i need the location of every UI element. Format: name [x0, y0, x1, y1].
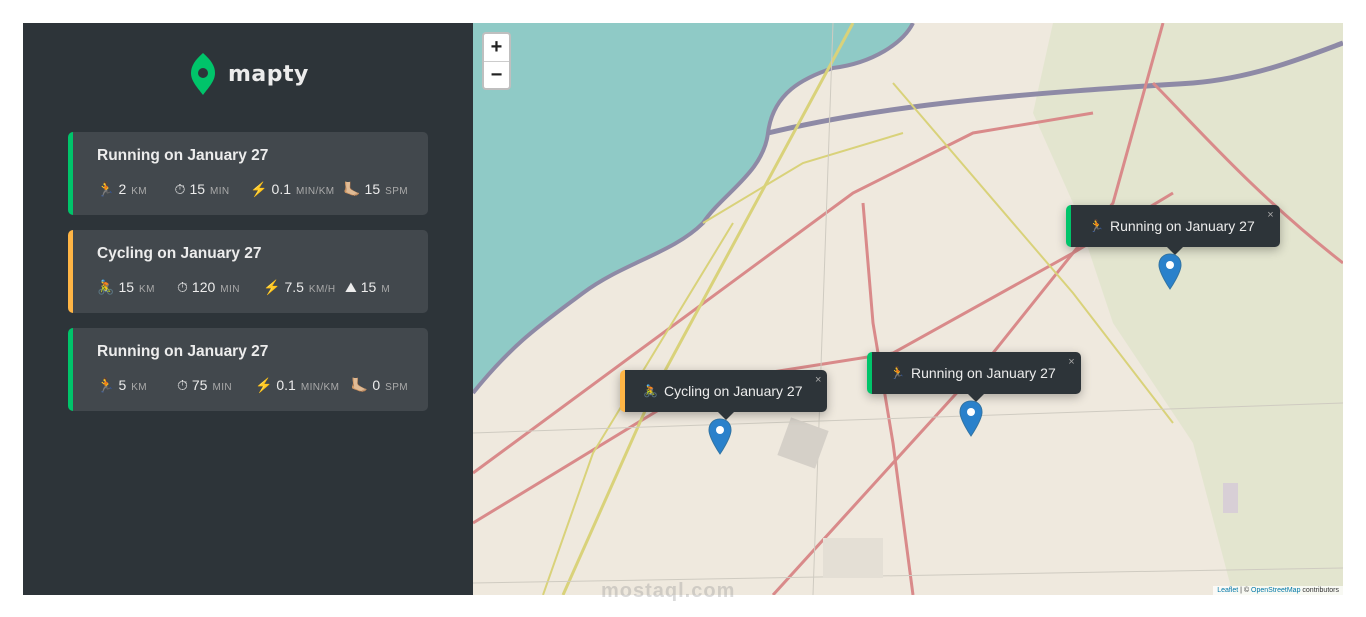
distance-unit: KM — [131, 186, 148, 197]
popup-text: Running on January 27 — [910, 365, 1056, 381]
cycling-icon: 🚴 — [97, 279, 115, 295]
pace-unit: MIN/KM — [300, 382, 340, 393]
map[interactable]: + − 🏃 Running on January 27 × 🏃 Running … — [473, 23, 1343, 595]
attribution-suffix: contributors — [1300, 587, 1339, 594]
map-marker-icon[interactable] — [708, 418, 732, 456]
distance-value: 2 — [118, 181, 127, 197]
watermark: mostaql.com — [601, 580, 736, 602]
map-marker-icon[interactable] — [1158, 253, 1182, 291]
workout-card[interactable]: Cycling on January 27 🚴 15 KM ⏱ 120 MIN ⚡️ 7.… — [68, 230, 428, 313]
pace-value: 0.1 — [276, 377, 296, 393]
popup-close-button[interactable]: × — [1068, 356, 1074, 368]
logo: mapty — [189, 51, 309, 97]
detail-distance: 🏃 2 KM — [97, 181, 175, 197]
map-marker-icon[interactable] — [959, 400, 983, 438]
duration-value: 120 — [191, 279, 216, 295]
app: mapty Running on January 27 🏃 2 KM ⏱ 15 MIN … — [23, 23, 1343, 595]
workout-details: 🏃 2 KM ⏱ 15 MIN ⚡️ 0.1 MIN/KM 🦶🏼 15 SPM — [97, 179, 408, 199]
cadence-value: 15 — [364, 181, 381, 197]
zoom-in-button[interactable]: + — [484, 34, 509, 61]
foot-icon: 🦶🏼 — [350, 377, 369, 393]
popup-close-button[interactable]: × — [815, 374, 821, 386]
workout-details: 🚴 15 KM ⏱ 120 MIN ⚡️ 7.5 KM/H ⛰ 15 M — [97, 277, 408, 297]
sidebar: mapty Running on January 27 🏃 2 KM ⏱ 15 MIN … — [23, 23, 473, 595]
elevation-unit: M — [381, 284, 391, 295]
running-icon: 🏃 — [97, 377, 115, 393]
attribution-separator: | © — [1238, 587, 1252, 594]
detail-elevation: ⛰ 15 M — [345, 279, 390, 295]
stopwatch-icon: ⏱ — [177, 279, 188, 295]
zoom-out-button[interactable]: − — [484, 61, 509, 88]
speed-value: 7.5 — [284, 279, 304, 295]
detail-pace: ⚡️ 0.1 MIN/KM — [255, 377, 351, 393]
logo-text: mapty — [228, 61, 309, 87]
detail-distance: 🚴 15 KM — [97, 279, 177, 295]
workout-card[interactable]: Running on January 27 🏃 5 KM ⏱ 75 MIN ⚡️ 0.1 M… — [68, 328, 428, 411]
lightning-icon: ⚡️ — [250, 181, 268, 197]
duration-unit: MIN — [220, 284, 240, 295]
detail-duration: ⏱ 15 MIN — [175, 181, 251, 197]
speed-unit: KM/H — [308, 284, 336, 295]
workout-title: Cycling on January 27 — [97, 245, 262, 262]
workout-details: 🏃 5 KM ⏱ 75 MIN ⚡️ 0.1 MIN/KM 🦶🏼 0 SPM — [97, 375, 408, 395]
popup-text: Cycling on January 27 — [663, 383, 803, 399]
workout-popup[interactable]: 🚴 Cycling on January 27 × — [620, 370, 828, 420]
cycling-icon: 🚴 — [643, 384, 658, 398]
detail-duration: ⏱ 75 MIN — [177, 377, 255, 393]
foot-icon: 🦶🏼 — [343, 181, 361, 197]
running-icon: 🏃 — [890, 366, 905, 380]
running-icon: 🏃 — [1089, 219, 1104, 233]
workout-popup[interactable]: 🏃 Running on January 27 × — [1066, 205, 1280, 255]
duration-value: 75 — [191, 377, 208, 393]
stopwatch-icon: ⏱ — [176, 377, 188, 393]
stopwatch-icon: ⏱ — [174, 181, 186, 197]
cadence-value: 0 — [372, 377, 381, 393]
detail-cadence: 🦶🏼 0 SPM — [351, 377, 408, 393]
zoom-control: + − — [482, 32, 511, 90]
cadence-unit: SPM — [385, 382, 408, 393]
osm-link[interactable]: OpenStreetMap — [1251, 587, 1300, 594]
duration-value: 15 — [189, 181, 206, 197]
pace-value: 0.1 — [271, 181, 291, 197]
workout-list: Running on January 27 🏃 2 KM ⏱ 15 MIN ⚡️ 0.1 M… — [68, 132, 428, 426]
detail-speed: ⚡️ 7.5 KM/H — [263, 279, 345, 295]
popup-text: Running on January 27 — [1109, 218, 1255, 234]
map-attribution: Leaflet | © OpenStreetMap contributors — [1213, 586, 1343, 595]
distance-unit: KM — [131, 382, 148, 393]
workout-popup[interactable]: 🏃 Running on January 27 × — [867, 352, 1081, 402]
duration-unit: MIN — [210, 186, 230, 197]
pace-unit: MIN/KM — [296, 186, 335, 197]
map-tiles[interactable] — [473, 23, 1343, 595]
popup-close-button[interactable]: × — [1267, 209, 1273, 221]
workout-card[interactable]: Running on January 27 🏃 2 KM ⏱ 15 MIN ⚡️ 0.1 M… — [68, 132, 428, 215]
detail-distance: 🏃 5 KM — [97, 377, 177, 393]
cadence-unit: SPM — [385, 186, 408, 197]
detail-pace: ⚡️ 0.1 MIN/KM — [250, 181, 343, 197]
map-pin-logo-icon — [191, 53, 215, 95]
detail-cadence: 🦶🏼 15 SPM — [343, 181, 408, 197]
distance-value: 15 — [118, 279, 135, 295]
distance-value: 5 — [118, 377, 127, 393]
distance-unit: KM — [139, 284, 155, 295]
elevation-value: 15 — [360, 279, 377, 295]
duration-unit: MIN — [212, 382, 232, 393]
lightning-icon: ⚡️ — [254, 377, 273, 393]
detail-duration: ⏱ 120 MIN — [177, 279, 263, 295]
mountain-icon: ⛰ — [345, 279, 357, 295]
leaflet-link[interactable]: Leaflet — [1217, 587, 1238, 594]
running-icon: 🏃 — [97, 181, 115, 197]
workout-title: Running on January 27 — [97, 147, 269, 164]
lightning-icon: ⚡️ — [263, 279, 281, 295]
workout-title: Running on January 27 — [97, 343, 269, 360]
